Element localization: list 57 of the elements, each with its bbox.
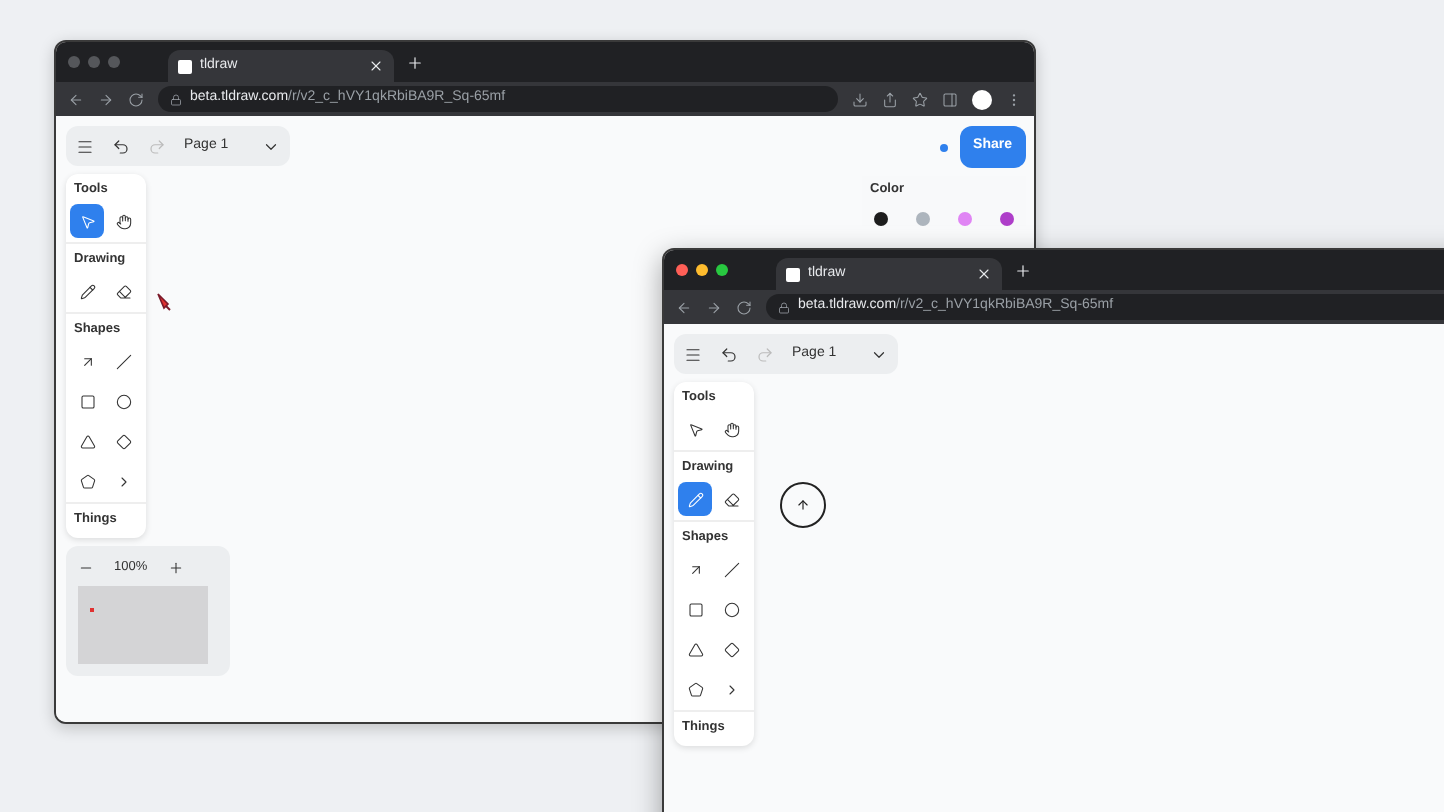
diamond-icon — [724, 641, 740, 657]
new-tab-icon — [1014, 261, 1032, 279]
color-swatch[interactable] — [874, 211, 888, 226]
undo-icon — [112, 137, 130, 155]
pentagon-icon — [687, 681, 703, 697]
pencil-icon — [79, 283, 95, 299]
zoom-in-icon — [167, 559, 184, 576]
forward-icon — [98, 91, 114, 107]
triangle-icon — [79, 433, 95, 449]
reload-icon — [736, 299, 752, 315]
back-icon — [68, 91, 84, 107]
line-icon — [116, 353, 132, 369]
reload-icon — [128, 91, 144, 107]
square-icon — [687, 601, 703, 617]
star-icon — [912, 91, 928, 107]
tool-button[interactable] — [70, 204, 104, 238]
install-icon — [852, 91, 868, 107]
arrow-icon — [79, 353, 95, 369]
circle-icon — [724, 601, 740, 617]
lock-icon — [778, 301, 790, 313]
menu-icon — [684, 345, 702, 363]
menu-icon — [76, 137, 94, 155]
triangle-icon — [687, 641, 703, 657]
line-icon — [724, 561, 740, 577]
forward-icon — [706, 299, 722, 315]
pencil-icon — [687, 491, 703, 507]
close-icon — [368, 58, 384, 74]
eraser-icon — [724, 491, 740, 507]
pointer-icon — [79, 213, 95, 229]
chevron-right-icon — [116, 473, 132, 489]
hand-icon — [724, 421, 740, 437]
share-icon — [882, 91, 898, 107]
lock-icon — [170, 93, 182, 105]
close-icon — [976, 266, 992, 282]
back-icon — [676, 299, 692, 315]
side-panel-icon — [942, 91, 958, 107]
chevron-right-icon — [724, 681, 740, 697]
new-tab-icon — [406, 53, 424, 71]
eraser-icon — [116, 283, 132, 299]
circle-icon — [116, 393, 132, 409]
diamond-icon — [116, 433, 132, 449]
redo-icon — [756, 345, 774, 363]
color-swatch[interactable] — [916, 211, 930, 226]
tldraw-favicon — [178, 59, 192, 73]
tldraw-favicon — [786, 267, 800, 281]
undo-icon — [720, 345, 738, 363]
color-swatch[interactable] — [958, 211, 972, 226]
laser-pointer-icon — [156, 292, 172, 312]
tool-button[interactable] — [678, 482, 712, 516]
square-icon — [79, 393, 95, 409]
redo-icon — [148, 137, 166, 155]
profile-avatar[interactable] — [972, 89, 992, 109]
pointer-icon — [687, 421, 703, 437]
arrow-icon — [687, 561, 703, 577]
pentagon-icon — [79, 473, 95, 489]
hand-icon — [116, 213, 132, 229]
color-swatch[interactable] — [1000, 211, 1014, 226]
